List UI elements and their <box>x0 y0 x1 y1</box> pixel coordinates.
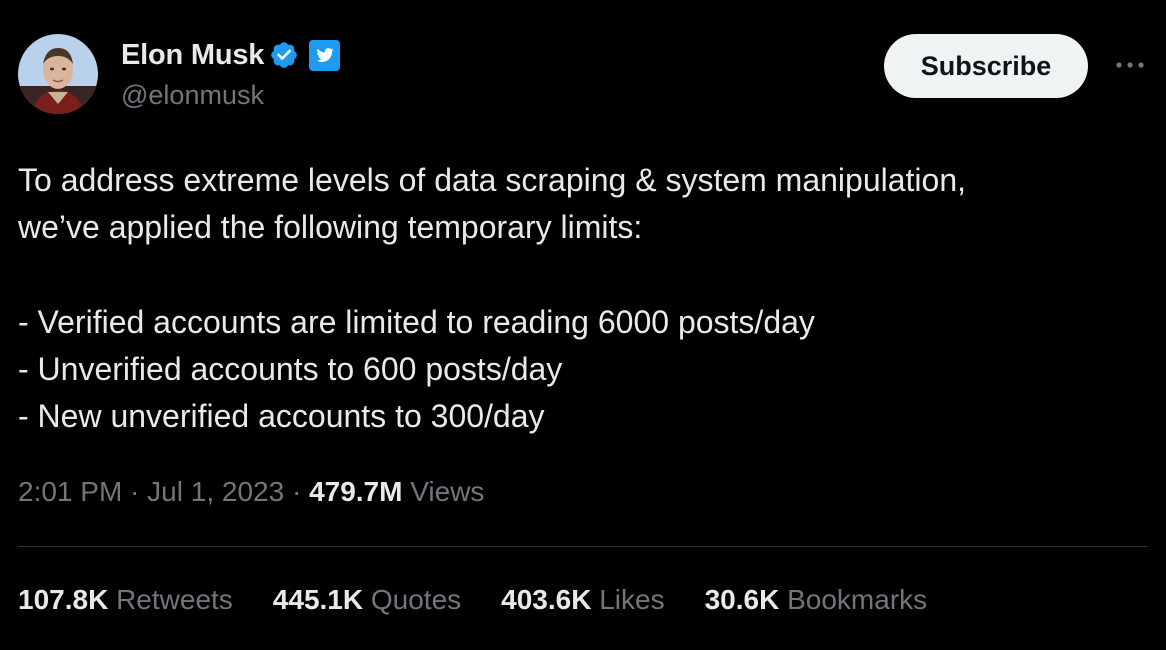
bookmarks-label: Bookmarks <box>779 584 928 615</box>
verified-check-icon[interactable] <box>269 40 299 70</box>
tweet-list-item: - Verified accounts are limited to readi… <box>18 304 815 340</box>
author-display-name[interactable]: Elon Musk <box>121 39 264 72</box>
meta-separator: · <box>122 476 148 507</box>
likes-label: Likes <box>591 584 665 615</box>
divider <box>18 546 1148 547</box>
tweet-date[interactable]: Jul 1, 2023 <box>147 476 284 507</box>
likes-count: 403.6K <box>501 584 592 615</box>
bookmarks-count: 30.6K <box>704 584 780 615</box>
likes-stat[interactable]: 403.6K Likes <box>501 584 664 616</box>
engagement-stats: 107.8K Retweets 445.1K Quotes 403.6K Lik… <box>18 584 967 616</box>
retweets-label: Retweets <box>108 584 233 615</box>
tweet-text-line: To address extreme levels of data scrapi… <box>18 162 967 198</box>
tweet-meta: 2:01 PM · Jul 1, 2023 · 479.7M Views <box>18 476 484 508</box>
tweet-time[interactable]: 2:01 PM <box>18 476 122 507</box>
avatar-image <box>18 34 98 114</box>
twitter-bird-badge-icon[interactable] <box>309 39 341 71</box>
tweet-text-line: we’ve applied the following temporary li… <box>18 209 643 245</box>
subscribe-button[interactable]: Subscribe <box>884 34 1088 98</box>
tweet-list-item: - Unverified accounts to 600 posts/day <box>18 351 563 387</box>
bookmarks-stat[interactable]: 30.6K Bookmarks <box>705 584 928 616</box>
tweet-list-item: - New unverified accounts to 300/day <box>18 398 545 434</box>
retweets-count: 107.8K <box>18 584 109 615</box>
views-label: Views <box>402 476 485 507</box>
author-handle[interactable]: @elonmusk <box>121 80 340 111</box>
avatar[interactable] <box>18 34 98 114</box>
quotes-count: 445.1K <box>272 584 364 615</box>
views-count: 479.7M <box>309 476 403 507</box>
quotes-stat[interactable]: 445.1K Quotes <box>273 584 461 616</box>
tweet-text: To address extreme levels of data scrapi… <box>18 157 1128 440</box>
retweets-stat[interactable]: 107.8K Retweets <box>18 584 233 616</box>
tweet-author: Elon Musk @elonmusk <box>121 38 341 111</box>
meta-separator: · <box>284 476 310 507</box>
more-options-button[interactable] <box>1112 50 1148 80</box>
more-dots-icon <box>1116 62 1144 68</box>
author-name-row: Elon Musk <box>121 38 341 72</box>
quotes-label: Quotes <box>363 584 462 615</box>
